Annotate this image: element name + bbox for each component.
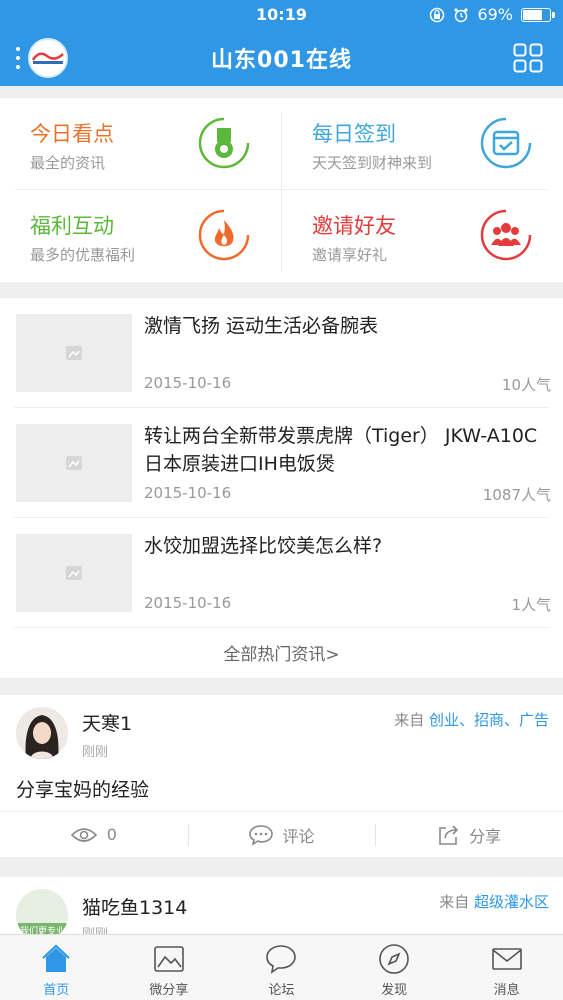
tab-messages[interactable]: 消息 [450,935,563,1000]
grid-menu-icon[interactable] [513,43,543,73]
share-button[interactable]: 分享 [375,812,563,857]
tab-share[interactable]: 微分享 [113,935,226,1000]
news-thumbnail [16,424,132,502]
news-item[interactable]: 激情飞扬 运动生活必备腕表 2015-10-16 10人气 [0,298,563,408]
battery-level [523,9,542,20]
news-item[interactable]: 转让两台全新带发票虎牌（Tiger） JKW-A10C 日本原装进口IH电饭煲 … [0,408,563,518]
views-button[interactable]: 0 [0,812,188,857]
all-hot-news-link[interactable]: 全部热门资讯> [0,640,563,665]
tab-label: 首页 [43,983,70,998]
image-placeholder-icon [66,566,82,580]
tab-bar: 首页 微分享 论坛 发现 消息 [0,934,563,1000]
home-icon [42,944,71,972]
post-source: 来自 创业、招商、广告 [394,709,549,730]
news-popularity: 1人气 [511,596,551,614]
quick-link-subtitle: 最全的资讯 [30,154,106,172]
share-label: 分享 [469,826,502,846]
avatar[interactable]: 我们更专业 [16,889,68,937]
eye-icon [70,827,97,842]
quick-link-today[interactable]: 今日看点 最全的资讯 [0,98,281,190]
post-source: 来自 超级灌水区 [439,891,549,912]
comment-icon [248,824,273,846]
post-source-prefix: 来自 [394,711,425,729]
share-icon [439,824,459,845]
comment-button[interactable]: 评论 [187,812,376,857]
image-placeholder-icon [66,346,82,360]
post-username[interactable]: 天寒1 [82,709,132,736]
news-date: 2015-10-16 [144,594,232,612]
post-source-tag[interactable]: 超级灌水区 [474,893,549,911]
tab-forum[interactable]: 论坛 [225,935,338,1000]
news-title: 转让两台全新带发票虎牌（Tiger） JKW-A10C 日本原装进口IH电饭煲 [144,425,538,475]
news-popularity: 1087人气 [482,486,551,504]
post-source-tag[interactable]: 创业、招商、广告 [429,711,549,729]
quick-link-subtitle: 邀请享好礼 [312,246,388,264]
post-source-prefix: 来自 [439,893,470,911]
status-right: 69% [429,5,555,24]
views-count: 0 [106,825,117,844]
news-thumbnail [16,534,132,612]
quick-link-title: 福利互动 [30,214,114,238]
quick-link-subtitle: 最多的优惠福利 [30,246,136,264]
calendar-check-icon [480,117,532,169]
group-icon [480,209,532,261]
picture-icon [154,946,184,972]
nav-bar: 山东001在线 [0,30,563,86]
news-date: 2015-10-16 [144,484,232,502]
tab-label: 论坛 [268,983,295,998]
news-popularity: 10人气 [501,376,551,394]
divider [14,627,549,628]
post-card[interactable]: 天寒1 刚刚 来自 创业、招商、广告 分享宝妈的经验 0 评论 分享 [0,695,563,857]
battery-icon [521,7,555,22]
tab-home[interactable]: 首页 [0,935,113,1000]
news-title: 激情飞扬 运动生活必备腕表 [144,315,379,337]
news-item[interactable]: 水饺加盟选择比饺美怎么样? 2015-10-16 1人气 [0,518,563,628]
post-username[interactable]: 猫吃鱼1314 [82,893,187,920]
tab-label: 消息 [493,983,520,998]
tab-label: 发现 [381,983,408,998]
quick-link-subtitle: 天天签到财神来到 [312,154,433,172]
mail-icon [491,948,522,970]
tab-discover[interactable]: 发现 [338,935,451,1000]
quick-link-title: 今日看点 [30,122,114,146]
quick-link-invite[interactable]: 邀请好友 邀请享好礼 [282,190,563,282]
avatar[interactable] [16,707,68,759]
divider [281,112,282,272]
news-title: 水饺加盟选择比饺美怎么样? [144,535,383,557]
post-card[interactable]: 我们更专业 猫吃鱼1314 刚刚 来自 超级灌水区 [0,877,563,937]
news-date: 2015-10-16 [144,374,232,392]
battery-percent: 69% [477,5,513,24]
flame-icon [198,209,250,261]
quick-link-title: 邀请好友 [312,214,396,238]
status-bar: 10:19 69% [0,0,563,30]
news-thumbnail [16,314,132,392]
avatar-image [16,707,68,759]
post-actions: 0 评论 分享 [0,811,563,857]
tab-label: 微分享 [149,983,189,998]
alarm-icon [454,7,469,22]
comment-label: 评论 [282,826,315,846]
quick-link-checkin[interactable]: 每日签到 天天签到财神来到 [282,98,563,190]
image-placeholder-icon [66,456,82,470]
quick-link-welfare[interactable]: 福利互动 最多的优惠福利 [0,190,281,282]
rotation-lock-icon [430,7,445,22]
medal-icon [198,117,250,169]
post-content[interactable]: 分享宝妈的经验 [16,775,149,802]
hot-news-panel: 激情飞扬 运动生活必备腕表 2015-10-16 10人气 转让两台全新带发票虎… [0,298,563,678]
post-time: 刚刚 [82,745,109,760]
chat-icon [266,945,297,974]
compass-icon [379,944,409,974]
quick-link-title: 每日签到 [312,122,396,146]
quick-links-panel: 今日看点 最全的资讯 每日签到 天天签到财神来到 福利互动 最多的优惠福利 邀请… [0,98,563,282]
page-title: 山东001在线 [211,48,352,73]
